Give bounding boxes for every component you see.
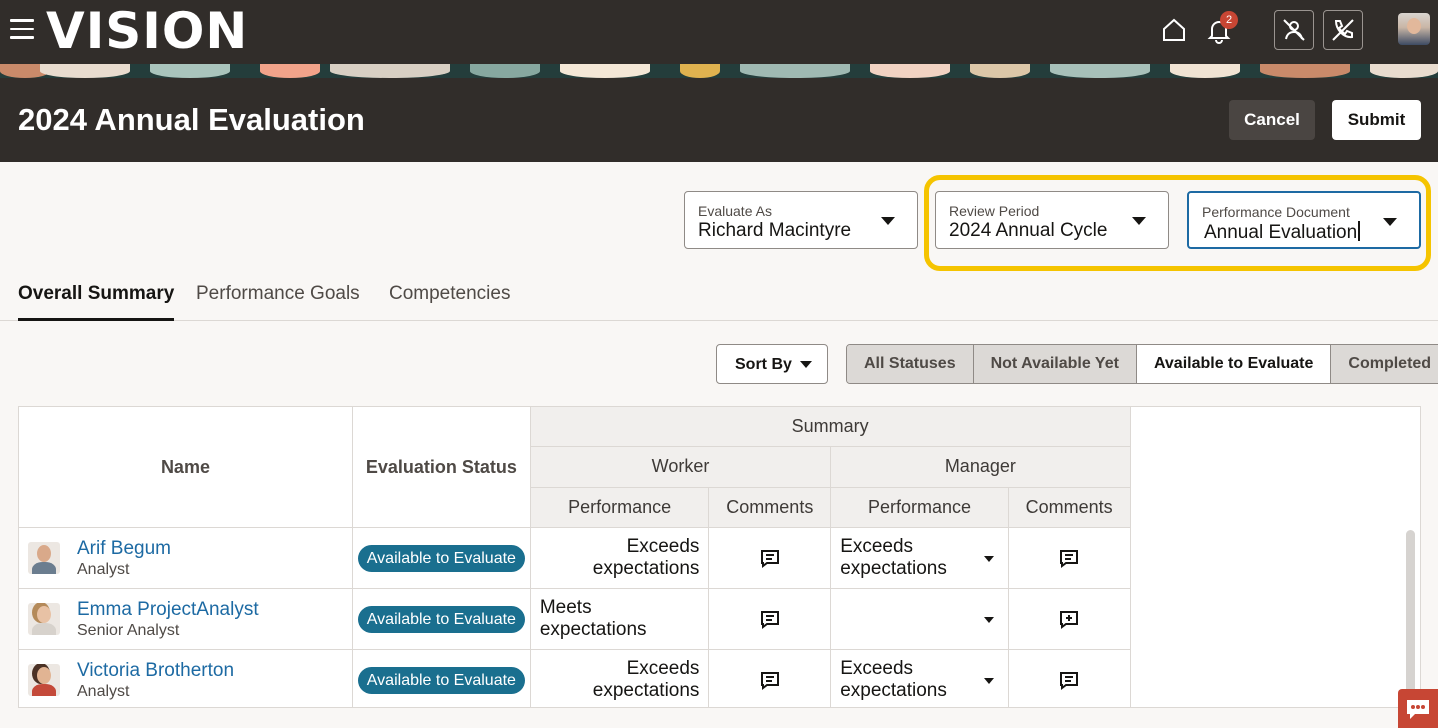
column-header-summary: Summary: [529, 407, 1131, 448]
manager-performance-select[interactable]: Exceeds expectations: [830, 649, 1009, 707]
page-title: 2024 Annual Evaluation: [18, 102, 365, 137]
evaluate-as-value: Richard Macintyre: [698, 220, 852, 241]
column-header-manager-comments[interactable]: Comments: [1007, 486, 1131, 529]
comment-icon[interactable]: [1057, 546, 1081, 570]
filter-not-available-yet[interactable]: Not Available Yet: [973, 345, 1137, 383]
column-header-name[interactable]: Name: [19, 407, 353, 528]
manager-performance-value: Exceeds expectations: [840, 658, 947, 701]
manager-performance-select[interactable]: Exceeds expectations: [830, 527, 1009, 589]
person-role: Analyst: [77, 560, 130, 578]
table-row: Victoria Brotherton Analyst Available to…: [19, 649, 1419, 707]
table-filler: [1129, 407, 1419, 528]
performance-document-field[interactable]: Annual Evaluation: [1204, 221, 1360, 244]
avatar: [28, 603, 60, 635]
person-name-link[interactable]: Arif Begum: [77, 538, 352, 560]
avatar: [28, 664, 60, 696]
evaluate-as-select[interactable]: Evaluate As Richard Macintyre: [684, 191, 918, 249]
sort-by-label: Sort By: [735, 356, 792, 373]
avatar: [28, 542, 60, 574]
filter-completed[interactable]: Completed: [1331, 345, 1438, 383]
person-name-link[interactable]: Emma ProjectAnalyst: [77, 599, 352, 621]
chevron-down-icon: [983, 678, 994, 684]
status-badge: Available to Evaluate: [357, 666, 525, 694]
text-cursor: [1358, 221, 1360, 241]
chevron-down-icon: [983, 556, 994, 562]
column-header-manager: Manager: [830, 446, 1131, 488]
worker-comments-cell: [708, 527, 832, 589]
performance-document-label: Performance Document: [1202, 204, 1350, 220]
person-role: Senior Analyst: [77, 621, 180, 639]
table-row: Arif Begum Analyst Available to Evaluate…: [19, 527, 1419, 589]
manager-comments-cell: [1007, 588, 1131, 650]
bell-icon[interactable]: 2: [1199, 10, 1239, 50]
comment-icon[interactable]: [758, 546, 782, 570]
chevron-down-icon: [1383, 218, 1397, 226]
notification-badge: 2: [1220, 11, 1238, 29]
menu-icon[interactable]: [10, 19, 34, 39]
chat-icon[interactable]: [1398, 689, 1438, 728]
manager-performance-select[interactable]: [830, 588, 1009, 650]
person-name-link[interactable]: Victoria Brotherton: [77, 660, 352, 682]
name-cell: Emma ProjectAnalyst Senior Analyst: [19, 588, 353, 650]
submit-button[interactable]: Submit: [1332, 100, 1421, 140]
person-role: Analyst: [77, 682, 130, 700]
name-cell: Victoria Brotherton Analyst: [19, 649, 353, 707]
status-filter-group: All Statuses Not Available Yet Available…: [846, 344, 1438, 384]
chevron-down-icon: [1132, 217, 1146, 225]
add-comment-icon[interactable]: [1057, 607, 1081, 631]
status-badge: Available to Evaluate: [357, 605, 525, 633]
evaluate-as-label: Evaluate As: [698, 203, 772, 219]
top-bar: VISION 2: [0, 0, 1438, 64]
column-header-manager-performance[interactable]: Performance: [830, 486, 1009, 529]
page-header: 2024 Annual Evaluation Cancel Submit: [0, 78, 1438, 162]
app-logo: VISION: [46, 2, 249, 60]
chevron-down-icon: [881, 217, 895, 225]
filter-all-statuses[interactable]: All Statuses: [847, 345, 974, 383]
status-cell: Available to Evaluate: [351, 649, 531, 707]
cancel-button[interactable]: Cancel: [1229, 100, 1315, 140]
evaluation-table: Name Evaluation Status Summary Worker Ma…: [18, 406, 1421, 708]
comment-icon[interactable]: [758, 668, 782, 692]
name-cell: Arif Begum Analyst: [19, 527, 353, 589]
worker-performance: Exceeds expectations: [529, 527, 710, 589]
person-off-icon[interactable]: [1274, 10, 1314, 50]
home-icon[interactable]: [1154, 10, 1194, 50]
manager-performance-value: Exceeds expectations: [840, 536, 947, 579]
performance-document-value: Annual Evaluation: [1204, 222, 1358, 243]
sort-by-button[interactable]: Sort By: [716, 344, 828, 384]
comment-icon[interactable]: [758, 607, 782, 631]
table-scrollbar[interactable]: [1406, 530, 1415, 698]
worker-comments-cell: [708, 588, 832, 650]
worker-performance: Exceeds expectations: [529, 649, 710, 707]
tab-competencies[interactable]: Competencies: [389, 283, 510, 321]
chevron-down-icon: [800, 361, 812, 368]
column-header-evaluation-status[interactable]: Evaluation Status: [351, 407, 531, 528]
column-header-worker-comments[interactable]: Comments: [708, 486, 832, 529]
tab-bar: Overall Summary Performance Goals Compet…: [0, 270, 1438, 321]
tab-overall-summary[interactable]: Overall Summary: [18, 283, 175, 321]
manager-comments-cell: [1007, 649, 1131, 707]
status-cell: Available to Evaluate: [351, 588, 531, 650]
status-badge: Available to Evaluate: [357, 544, 525, 572]
manager-comments-cell: [1007, 527, 1131, 589]
table-row: Emma ProjectAnalyst Senior Analyst Avail…: [19, 588, 1419, 650]
column-header-worker: Worker: [529, 446, 832, 488]
performance-document-select[interactable]: Performance Document Annual Evaluation: [1187, 191, 1421, 249]
status-cell: Available to Evaluate: [351, 527, 531, 589]
column-header-worker-performance[interactable]: Performance: [529, 486, 710, 529]
user-avatar[interactable]: [1398, 13, 1430, 45]
review-period-value: 2024 Annual Cycle: [949, 220, 1108, 241]
chevron-down-icon: [983, 617, 994, 623]
worker-performance: Meets expectations: [529, 588, 710, 650]
tab-performance-goals[interactable]: Performance Goals: [196, 283, 360, 321]
phone-off-icon[interactable]: [1323, 10, 1363, 50]
decorative-banner: [0, 64, 1438, 78]
review-period-select[interactable]: Review Period 2024 Annual Cycle: [935, 191, 1169, 249]
review-period-label: Review Period: [949, 203, 1040, 219]
filter-available-to-evaluate[interactable]: Available to Evaluate: [1136, 345, 1332, 383]
comment-icon[interactable]: [1057, 668, 1081, 692]
worker-comments-cell: [708, 649, 832, 707]
